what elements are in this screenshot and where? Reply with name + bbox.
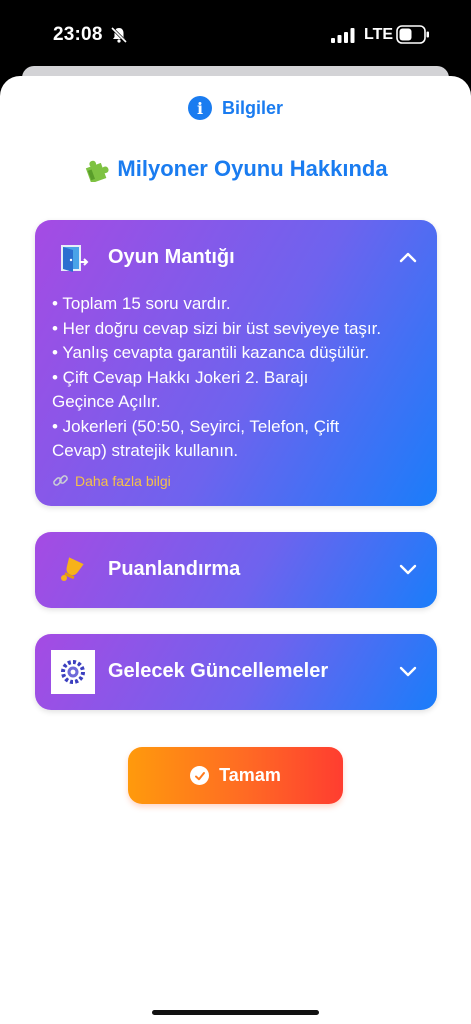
card-title: Puanlandırma <box>108 558 241 580</box>
sheet-header: i Bilgiler <box>0 96 471 120</box>
bell-slash-icon <box>110 26 128 44</box>
home-indicator[interactable] <box>152 1010 319 1015</box>
status-time: 23:08 <box>53 24 103 45</box>
page-title: Milyoner Oyunu Hakkında <box>117 156 388 181</box>
more-info-label: Daha fazla bilgi <box>75 472 171 489</box>
rule-line: • Çift Cevap Hakkı Jokeri 2. Barajı Geçi… <box>52 367 309 412</box>
info-sheet: i Bilgiler Milyoner Oyunu Hakkında Oyun … <box>0 76 471 1024</box>
gear-badge-icon <box>51 650 95 694</box>
accordion-oyun-mantigi: Oyun Mantığı • Toplam 15 soru vardır. • … <box>35 220 437 506</box>
card-title: Gelecek Güncellemeler <box>108 660 329 682</box>
rule-line: • Yanlış cevapta garantili kazanca düşül… <box>52 343 370 362</box>
more-info-link[interactable]: Daha fazla bilgi <box>52 472 171 489</box>
chevron-down-icon[interactable] <box>399 562 417 576</box>
accordion-puanlandirma: Puanlandırma <box>35 532 437 608</box>
ok-button[interactable]: Tamam <box>128 747 343 804</box>
card-body: • Toplam 15 soru vardır. • Her doğru cev… <box>52 292 422 464</box>
battery-icon <box>396 25 429 44</box>
ok-button-label: Tamam <box>219 765 281 785</box>
signal-bars-icon <box>331 28 355 43</box>
page-heading: Milyoner Oyunu Hakkında <box>0 156 471 182</box>
sheet-title: Bilgiler <box>221 97 283 118</box>
trophy-bell-icon <box>61 557 84 581</box>
rule-line: • Her doğru cevap sizi bir üst seviyeye … <box>52 318 382 338</box>
puzzle-piece-icon <box>86 160 109 182</box>
link-icon <box>53 475 68 486</box>
chevron-up-icon[interactable] <box>399 250 417 264</box>
accordion-gelecek-guncellemeler: Gelecek Güncellemeler <box>35 634 437 710</box>
accordion-header-puanlandirma[interactable]: Puanlandırma <box>35 532 437 608</box>
door-exit-icon <box>61 245 89 272</box>
network-type: LTE <box>364 26 394 43</box>
check-circle-icon <box>190 766 210 785</box>
info-icon: i <box>187 96 212 120</box>
card-title: Oyun Mantığı <box>108 246 235 268</box>
status-bar: 23:08 LTE <box>0 0 471 70</box>
accordion-header-gelecek-guncellemeler[interactable]: Gelecek Güncellemeler <box>35 634 437 710</box>
chevron-down-icon[interactable] <box>399 664 417 678</box>
accordion-header-oyun-mantigi[interactable]: Oyun Mantığı <box>35 220 437 296</box>
rule-line: • Jokerleri (50:50, Seyirci, Telefon, Çi… <box>52 416 340 461</box>
rule-line: • Toplam 15 soru vardır. <box>52 294 231 313</box>
